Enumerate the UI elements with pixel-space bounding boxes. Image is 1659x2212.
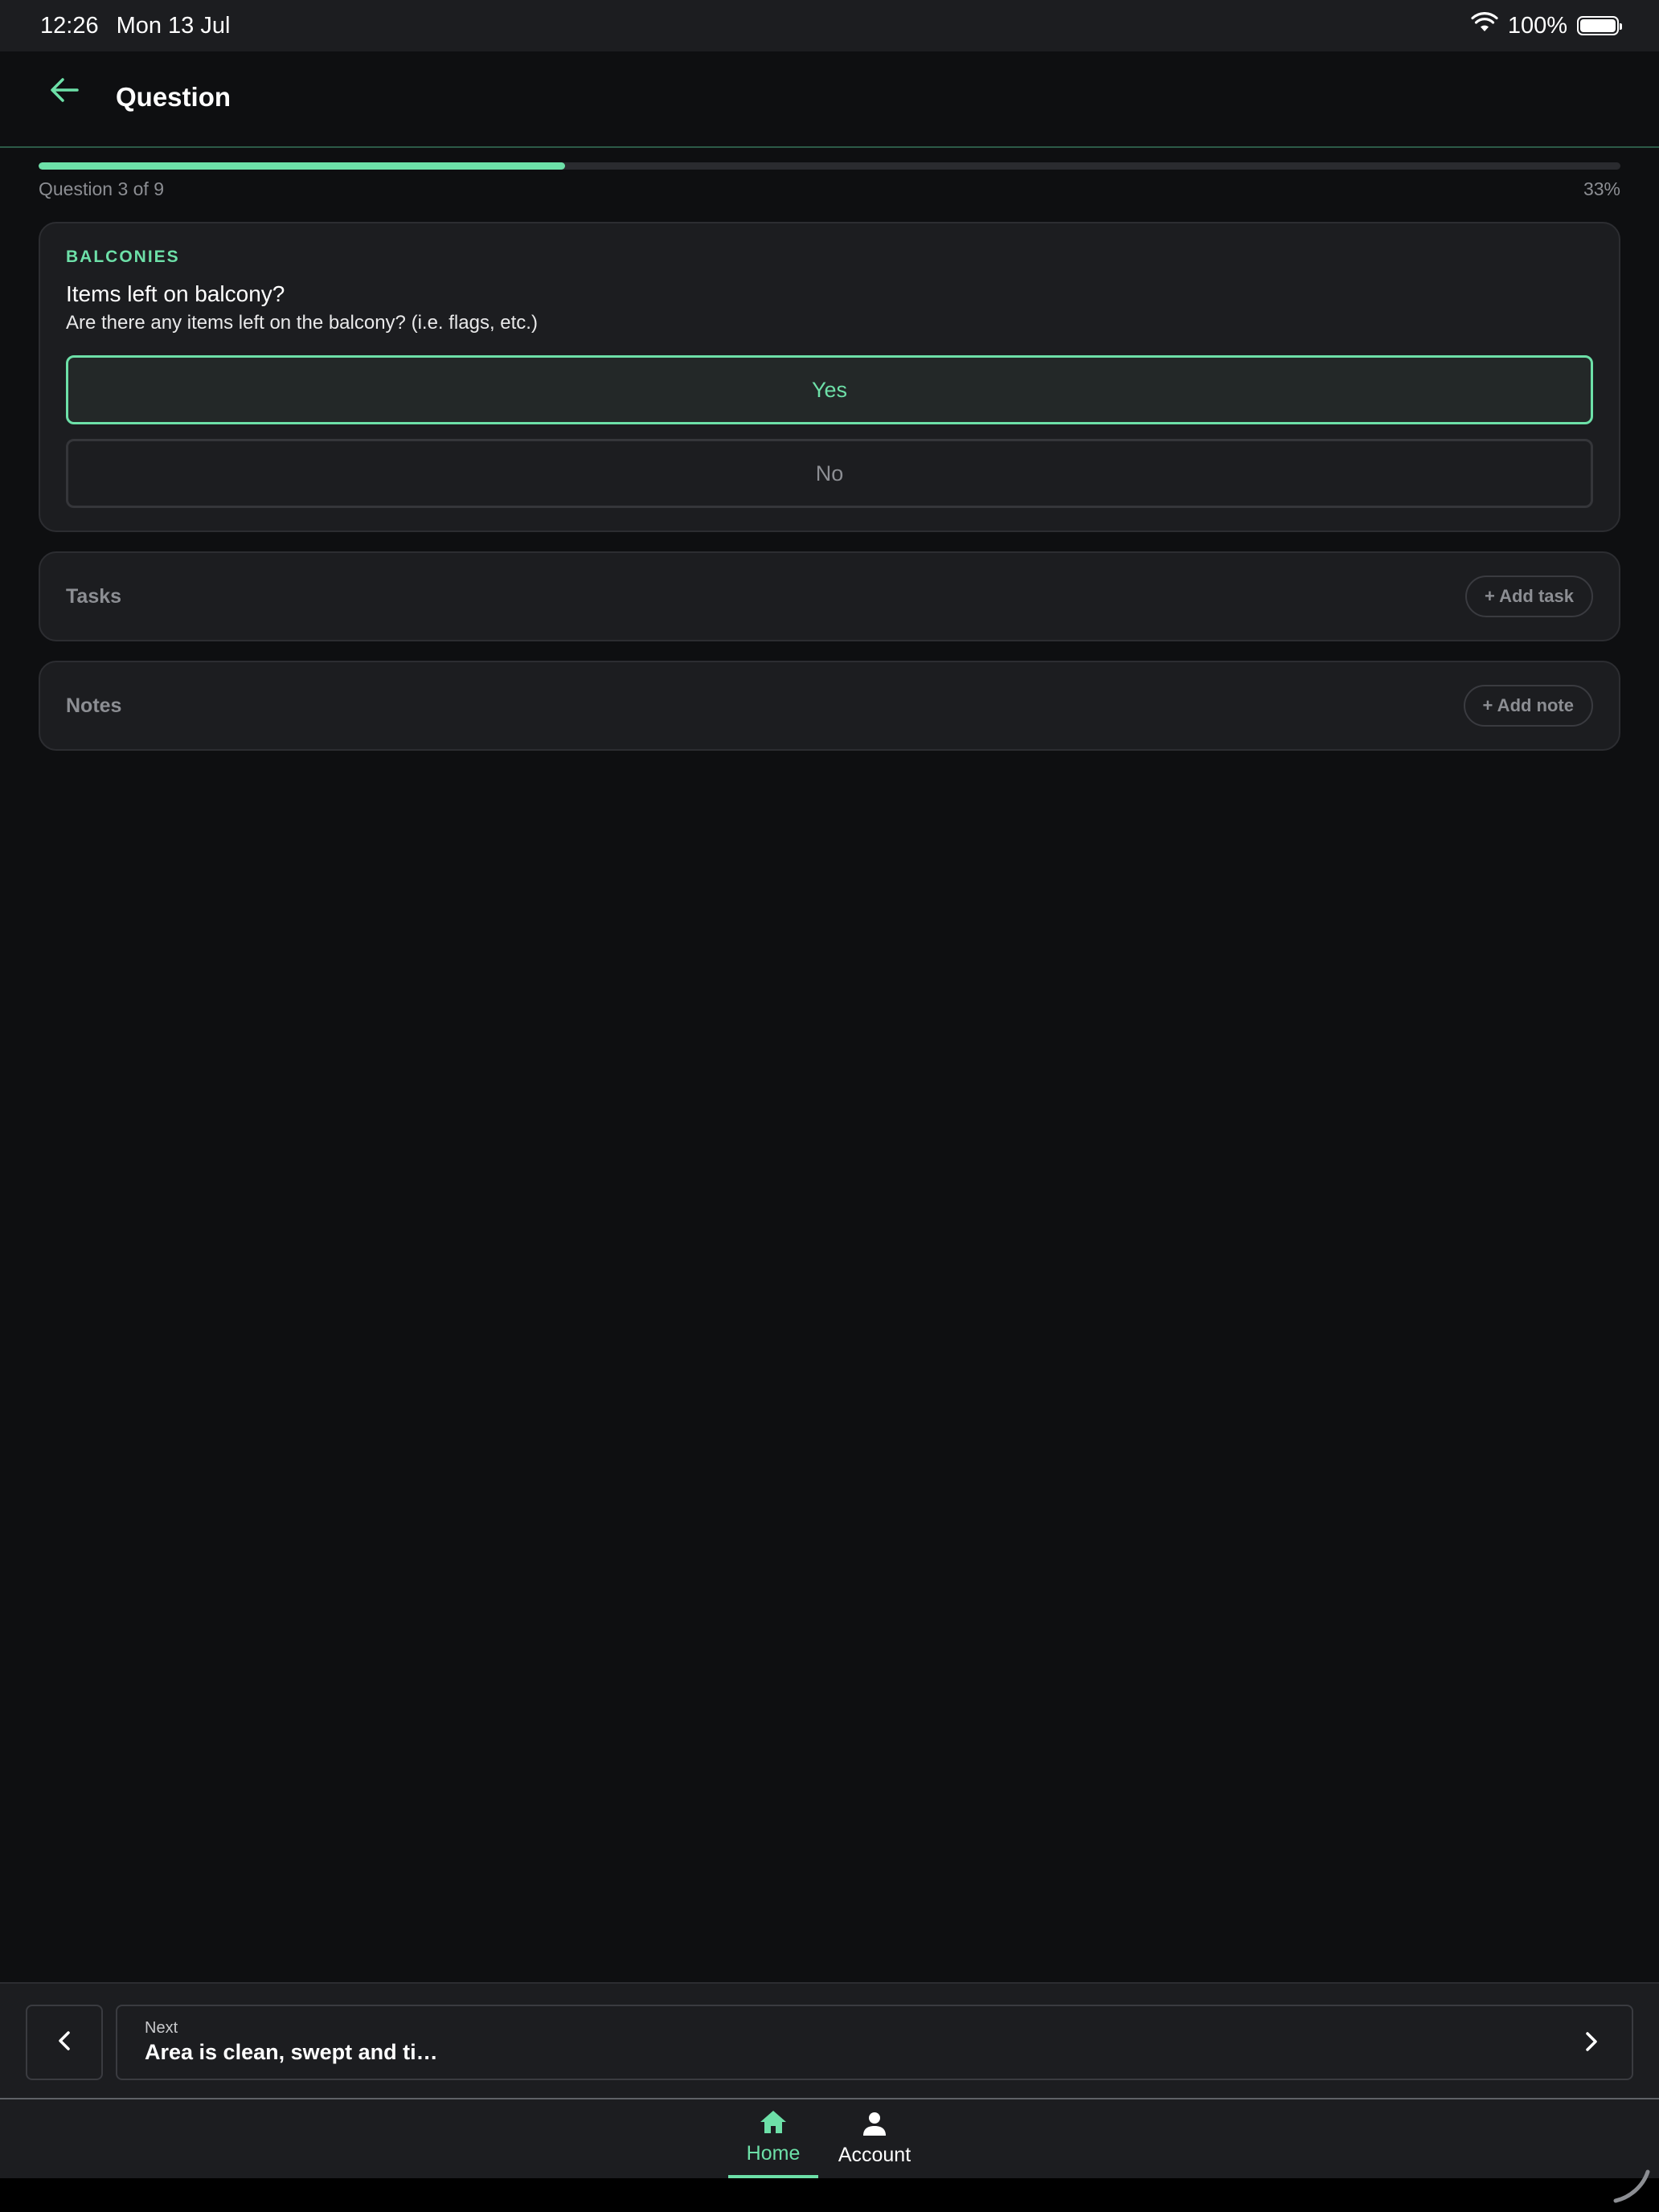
tasks-card: Tasks + Add task <box>39 551 1620 641</box>
previous-question-button[interactable] <box>26 2005 103 2080</box>
status-date: Mon 13 Jul <box>116 12 231 39</box>
next-caption: Next <box>145 2019 178 2037</box>
battery-percent: 100% <box>1507 12 1567 39</box>
battery-icon <box>1577 16 1622 35</box>
page-title: Question <box>116 82 231 112</box>
person-icon <box>862 2111 887 2140</box>
question-description: Are there any items left on the balcony?… <box>66 312 538 334</box>
battery-fill <box>1580 19 1616 32</box>
wifi-icon <box>1471 12 1498 39</box>
notes-label: Notes <box>66 694 122 717</box>
add-task-button[interactable]: + Add task <box>1464 576 1593 617</box>
question-category: BALCONIES <box>66 248 180 266</box>
next-question-title: Area is clean, swept and ti… <box>145 2040 438 2064</box>
progress-fill <box>39 162 566 170</box>
arrow-left-icon <box>48 76 80 109</box>
tab-bar: Home Account <box>0 2099 1659 2178</box>
status-bar: 12:26 Mon 13 Jul 100% <box>0 0 1659 51</box>
tab-account[interactable]: Account <box>830 2099 920 2178</box>
home-indicator-strip <box>0 2178 1659 2212</box>
tab-home[interactable]: Home <box>728 2099 818 2178</box>
answer-yes-button[interactable]: Yes <box>66 355 1593 424</box>
chevron-right-icon <box>1583 2030 1600 2057</box>
corner-gesture-icon <box>1611 2165 1651 2210</box>
status-right: 100% <box>1471 12 1622 39</box>
back-button[interactable] <box>42 69 87 114</box>
progress-label: Question 3 of 9 <box>39 178 164 199</box>
question-title: Items left on balcony? <box>66 281 285 306</box>
tasks-label: Tasks <box>66 585 122 608</box>
progress-percent: 33% <box>1583 178 1620 199</box>
question-navigation: Next Area is clean, swept and ti… <box>0 1982 1659 2099</box>
status-time: 12:26 <box>40 12 99 39</box>
app-header: Question <box>0 51 1659 148</box>
answer-no-button[interactable]: No <box>66 439 1593 508</box>
tab-home-label: Home <box>746 2142 801 2165</box>
tab-account-label: Account <box>838 2144 911 2166</box>
question-card: BALCONIES Items left on balcony? Are the… <box>39 222 1620 532</box>
notes-card: Notes + Add note <box>39 661 1620 751</box>
question-screen: 12:26 Mon 13 Jul 100% Question Question … <box>0 0 1659 2212</box>
add-note-button[interactable]: + Add note <box>1463 685 1593 727</box>
next-question-button[interactable]: Next Area is clean, swept and ti… <box>116 2005 1633 2080</box>
chevron-left-icon <box>56 2030 72 2056</box>
home-icon <box>759 2109 788 2139</box>
status-left: 12:26 Mon 13 Jul <box>40 13 230 39</box>
progress-bar <box>39 162 1620 170</box>
